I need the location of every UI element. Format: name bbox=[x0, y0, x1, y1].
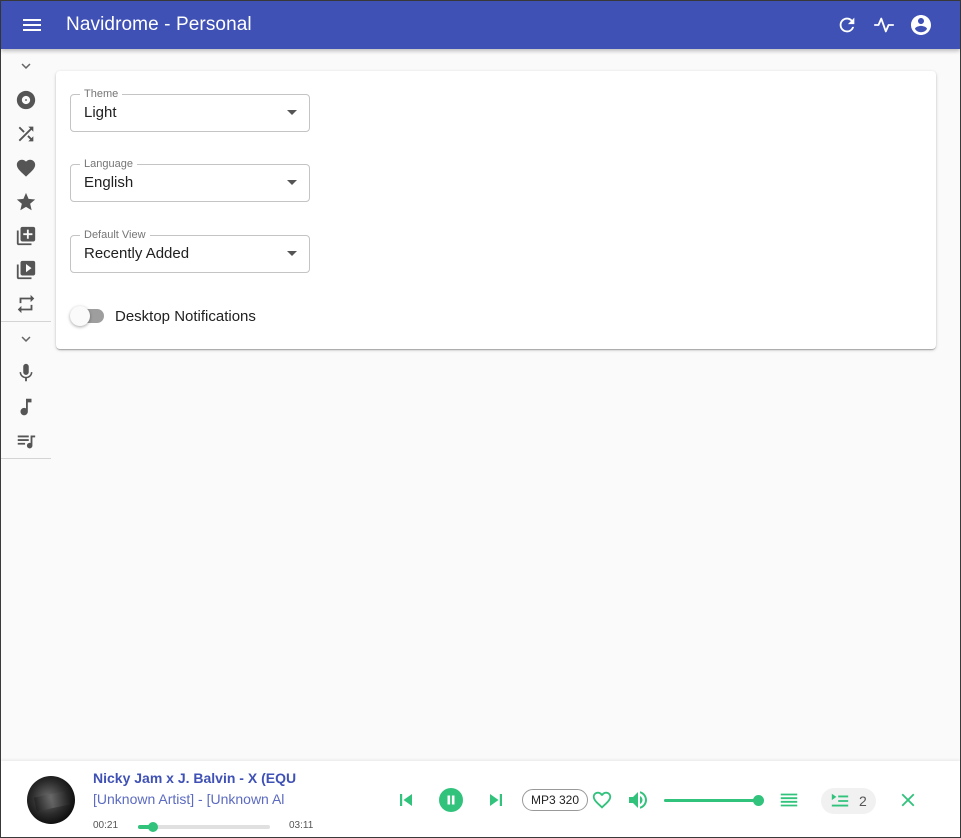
dropdown-arrow-icon bbox=[287, 110, 297, 115]
duration: 03:11 bbox=[289, 820, 314, 831]
skip-previous-icon bbox=[400, 794, 412, 806]
activity-icon bbox=[873, 17, 895, 33]
heart-outline-icon bbox=[592, 791, 612, 809]
dropdown-arrow-icon bbox=[287, 180, 297, 185]
quality-badge[interactable]: MP3 320 bbox=[522, 789, 589, 811]
chevron-down-icon bbox=[21, 336, 31, 342]
activity-button[interactable] bbox=[872, 13, 896, 37]
current-time: 00:21 bbox=[93, 820, 119, 831]
account-button[interactable] bbox=[909, 13, 933, 37]
star-icon bbox=[16, 192, 36, 211]
dropdown-arrow-icon bbox=[287, 251, 297, 256]
app-title: Navidrome - Personal bbox=[66, 14, 252, 35]
close-player-button[interactable] bbox=[897, 789, 919, 811]
volume-fill bbox=[664, 799, 759, 802]
list-icon bbox=[780, 793, 798, 807]
track-artist[interactable]: [Unknown Artist] - [Unknown Al bbox=[93, 791, 308, 807]
repeat-icon bbox=[17, 294, 35, 314]
refresh-button[interactable] bbox=[835, 13, 859, 37]
menu-button[interactable] bbox=[20, 13, 44, 37]
language-label: Language bbox=[80, 158, 137, 170]
sidebar-item-playlists[interactable] bbox=[1, 424, 51, 458]
theme-select[interactable]: Theme Light bbox=[70, 88, 310, 132]
volume-slider[interactable] bbox=[664, 795, 764, 806]
language-value: English bbox=[84, 174, 134, 191]
playlist-icon bbox=[17, 435, 36, 449]
library-group-toggle[interactable] bbox=[1, 322, 51, 356]
menu-icon bbox=[23, 19, 41, 31]
desktop-notifications-row: Desktop Notifications bbox=[70, 306, 256, 326]
toggle-thumb bbox=[70, 306, 90, 326]
love-button[interactable] bbox=[591, 789, 613, 811]
music-note-icon bbox=[20, 398, 32, 416]
previous-button[interactable] bbox=[394, 788, 418, 812]
next-button[interactable] bbox=[484, 788, 508, 812]
progress-bar[interactable] bbox=[138, 822, 270, 832]
account-icon bbox=[911, 15, 931, 35]
volume-handle[interactable] bbox=[753, 795, 764, 806]
playlist-toggle-button[interactable] bbox=[778, 789, 800, 811]
sidebar-item-recently-played[interactable] bbox=[1, 253, 51, 287]
queue-count: 2 bbox=[859, 793, 867, 809]
close-icon bbox=[901, 793, 915, 807]
personal-settings-card: Theme Light Language English Default Vie… bbox=[56, 71, 936, 349]
default-view-select[interactable]: Default View Recently Added bbox=[70, 229, 310, 273]
library-add-icon bbox=[16, 226, 36, 246]
sidebar-item-most-played[interactable] bbox=[1, 287, 51, 321]
sidebar-item-all-albums[interactable] bbox=[1, 83, 51, 117]
sidebar-item-random[interactable] bbox=[1, 117, 51, 151]
skip-next-icon bbox=[490, 794, 502, 806]
play-queue-button[interactable]: 2 bbox=[821, 788, 876, 814]
refresh-icon bbox=[839, 17, 855, 33]
shuffle-icon bbox=[18, 126, 34, 142]
video-library-icon bbox=[16, 260, 36, 280]
sidebar-item-songs[interactable] bbox=[1, 390, 51, 424]
default-view-value: Recently Added bbox=[84, 245, 190, 262]
desktop-notifications-toggle[interactable] bbox=[70, 306, 104, 326]
sidebar-item-recently-added[interactable] bbox=[1, 219, 51, 253]
microphone-icon bbox=[19, 363, 33, 382]
sidebar-item-top-rated[interactable] bbox=[1, 185, 51, 219]
progress-handle[interactable] bbox=[147, 822, 158, 832]
desktop-notifications-label: Desktop Notifications bbox=[115, 307, 256, 325]
theme-label: Theme bbox=[80, 88, 123, 100]
sidebar-item-loved[interactable] bbox=[1, 151, 51, 185]
heart-icon bbox=[16, 159, 36, 177]
pause-button[interactable] bbox=[438, 787, 464, 813]
default-view-label: Default View bbox=[80, 229, 150, 241]
mute-button[interactable] bbox=[625, 788, 651, 812]
albums-group-toggle[interactable] bbox=[1, 49, 51, 83]
sidebar-divider bbox=[1, 458, 51, 459]
music-player: Nicky Jam x J. Balvin - X (EQU [Unknown … bbox=[1, 761, 960, 837]
language-select[interactable]: Language English bbox=[70, 158, 310, 202]
pause-icon bbox=[439, 788, 463, 812]
app-bar: Navidrome - Personal bbox=[1, 1, 960, 49]
chevron-down-icon bbox=[21, 63, 31, 69]
album-cover[interactable] bbox=[27, 776, 75, 824]
sidebar-item-artists[interactable] bbox=[1, 356, 51, 390]
album-icon bbox=[16, 90, 36, 110]
theme-value: Light bbox=[84, 104, 117, 121]
track-title[interactable]: Nicky Jam x J. Balvin - X (EQU bbox=[93, 770, 308, 786]
queue-play-next-icon bbox=[831, 793, 849, 807]
volume-up-icon bbox=[629, 791, 647, 809]
sidebar bbox=[1, 49, 51, 459]
